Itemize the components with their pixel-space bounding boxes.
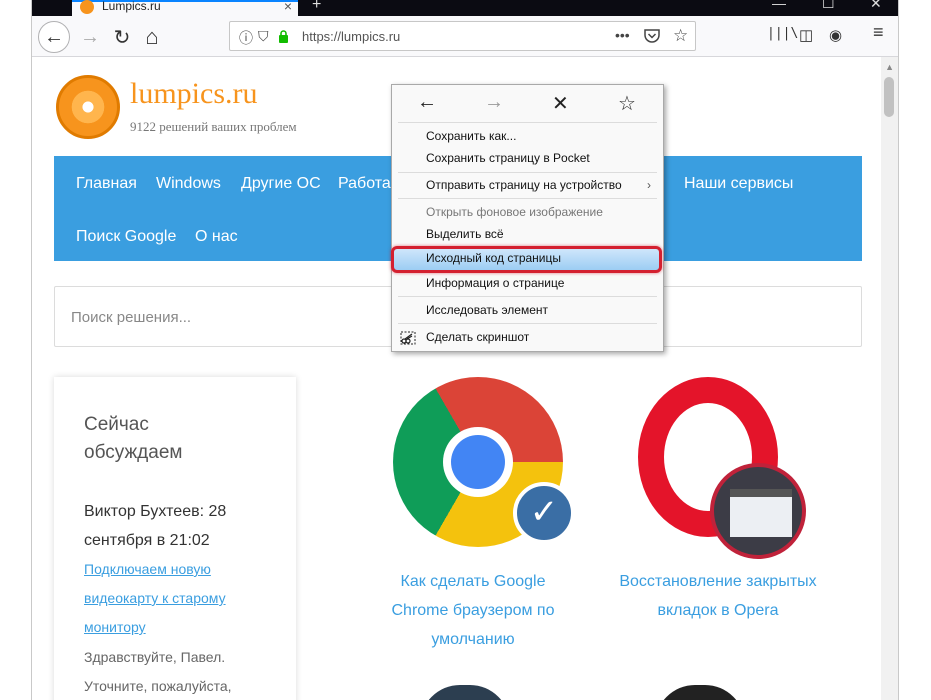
- menu-separator: [398, 296, 657, 297]
- desktop-background-right: [899, 0, 931, 700]
- menu-item-home[interactable]: Главная: [76, 175, 137, 193]
- lumpics-logo-icon[interactable]: [56, 75, 120, 139]
- lumpics-favicon-icon: [80, 0, 94, 14]
- menu-item-send-to-device[interactable]: Отправить страницу на устройство ›: [394, 174, 661, 196]
- hamburger-menu-icon[interactable]: ≡: [873, 22, 884, 43]
- menu-item-label: Сделать скриншот: [426, 330, 530, 344]
- menu-item-services[interactable]: Наши сервисы: [684, 175, 793, 193]
- menu-item-inspect-element[interactable]: Исследовать элемент: [394, 299, 661, 321]
- url-text[interactable]: https://lumpics.ru: [302, 29, 400, 44]
- menu-item-take-screenshot[interactable]: Сделать скриншот: [394, 326, 661, 348]
- back-arrow-icon: ←: [44, 25, 64, 48]
- menu-item-save-to-pocket[interactable]: Сохранить страницу в Pocket: [394, 147, 661, 169]
- forward-arrow-icon[interactable]: →: [484, 91, 504, 114]
- menu-item-view-source[interactable]: Исходный код страницы: [391, 246, 662, 273]
- pocket-icon[interactable]: [644, 28, 660, 46]
- menu-item-save-as[interactable]: Сохранить как...: [394, 125, 661, 147]
- checkmark-badge-icon: ✓: [513, 482, 575, 544]
- close-window-icon[interactable]: ✕: [870, 0, 882, 12]
- comment-text: Здравствуйте, Павел. Уточните, пожалуйст…: [84, 649, 232, 694]
- site-title[interactable]: lumpics.ru: [130, 77, 258, 111]
- lock-icon[interactable]: [278, 30, 289, 46]
- discussion-sidebar: Сейчас обсуждаем Виктор Бухтеев: 28 сент…: [54, 377, 296, 700]
- reload-button[interactable]: ↻: [106, 21, 138, 53]
- menu-item-work[interactable]: Работа: [338, 175, 391, 193]
- library-icon[interactable]: |||\: [767, 26, 798, 41]
- url-bar[interactable]: ⓘ ⛉ https://lumpics.ru ••• ☆: [229, 21, 696, 51]
- comment-article-link[interactable]: Подключаем новую видеокарту к старому мо…: [84, 555, 284, 642]
- context-menu-lower: Информация о странице Исследовать элемен…: [391, 273, 664, 352]
- forward-arrow-icon: →: [80, 25, 100, 48]
- menu-item-google-search[interactable]: Поиск Google: [76, 228, 176, 246]
- menu-item-page-info[interactable]: Информация о странице: [394, 272, 661, 294]
- chrome-logo-dot: [451, 435, 505, 489]
- home-icon: ⌂: [145, 24, 159, 49]
- bookmark-star-icon[interactable]: ☆: [673, 26, 688, 46]
- menu-separator: [398, 172, 657, 173]
- next-article-logo-icon[interactable]: [655, 685, 745, 700]
- tab-strip: Lumpics.ru × + — ☐ ✕: [32, 0, 898, 16]
- browser-window-badge-icon: [710, 463, 806, 559]
- minimize-icon[interactable]: —: [772, 0, 786, 11]
- reload-icon: ↻: [113, 26, 131, 49]
- menu-separator: [398, 198, 657, 199]
- back-button[interactable]: ←: [38, 21, 70, 53]
- submenu-arrow-icon: ›: [647, 178, 651, 192]
- menu-separator: [398, 122, 657, 123]
- sidebar-heading: Сейчас обсуждаем: [84, 414, 183, 463]
- forward-button[interactable]: →: [74, 21, 106, 53]
- menu-item-label: Исходный код страницы: [426, 251, 561, 265]
- comment-author: Виктор Бухтеев: 28 сентября в 21:02: [84, 503, 227, 549]
- account-icon[interactable]: ◉: [829, 26, 842, 44]
- bookmark-star-icon[interactable]: ☆: [618, 91, 636, 116]
- home-button[interactable]: ⌂: [136, 21, 168, 53]
- article-card[interactable]: Восстановление закрытых вкладок в Opera: [618, 377, 818, 667]
- maximize-icon[interactable]: ☐: [822, 0, 835, 12]
- tracking-shield-icon[interactable]: ⛉: [258, 28, 269, 45]
- search-placeholder: Поиск решения...: [71, 309, 192, 326]
- sidebar-icon[interactable]: ◫: [799, 26, 813, 44]
- next-article-logo-icon[interactable]: [420, 685, 510, 700]
- tab-lumpics[interactable]: Lumpics.ru ×: [72, 0, 298, 16]
- back-arrow-icon[interactable]: ←: [417, 91, 437, 114]
- article-card[interactable]: ✓ Как сделать Google Chrome браузером по…: [373, 377, 575, 667]
- more-dots-icon[interactable]: •••: [615, 27, 630, 43]
- menu-separator: [398, 323, 657, 324]
- new-tab-icon[interactable]: +: [312, 0, 321, 14]
- close-tab-icon[interactable]: ×: [284, 0, 292, 14]
- navigation-toolbar: ← → ↻ ⌂ ⓘ ⛉ https://lumpics.ru ••• ☆ |||…: [32, 16, 898, 57]
- article-title[interactable]: Восстановление закрытых вкладок в Opera: [618, 567, 818, 625]
- context-menu-nav-row: ← → ✕ ☆: [392, 85, 663, 122]
- page-scrollbar[interactable]: ▲: [881, 57, 898, 700]
- menu-item-other-os[interactable]: Другие ОС: [241, 175, 321, 193]
- scrollbar-thumb[interactable]: [884, 77, 894, 117]
- chrome-logo-center: [443, 427, 513, 497]
- article-title[interactable]: Как сделать Google Chrome браузером по у…: [373, 567, 573, 654]
- info-icon[interactable]: ⓘ: [239, 28, 253, 48]
- menu-item-windows[interactable]: Windows: [156, 175, 221, 193]
- tab-title: Lumpics.ru: [102, 0, 161, 13]
- desktop-background-left: [0, 0, 31, 700]
- scroll-up-icon[interactable]: ▲: [885, 62, 894, 72]
- menu-item-about[interactable]: О нас: [195, 228, 238, 246]
- browser-window-glyph: [730, 489, 792, 537]
- screenshot-scissors-icon: [400, 330, 416, 352]
- menu-item-select-all[interactable]: Выделить всё: [394, 223, 661, 245]
- chrome-logo-icon[interactable]: ✓: [393, 377, 575, 547]
- stop-icon[interactable]: ✕: [552, 91, 569, 116]
- menu-item-open-background-image: Открыть фоновое изображение: [426, 205, 603, 219]
- menu-item-label: Отправить страницу на устройство: [426, 178, 622, 192]
- site-subtitle: 9122 решений ваших проблем: [130, 119, 297, 134]
